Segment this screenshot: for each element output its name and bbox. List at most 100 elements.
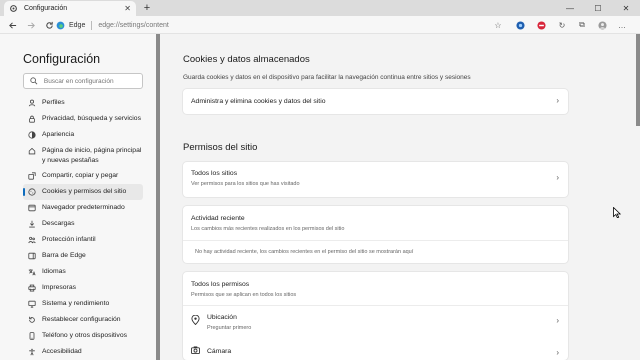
recent-activity-title: Actividad reciente <box>191 215 245 222</box>
sidebar-item-printer[interactable]: Impresoras <box>23 280 143 296</box>
sidebar-item-label: Protección infantil <box>42 236 96 243</box>
sidebar-item-label: Cookies y permisos del sitio <box>42 188 127 195</box>
profile-icon <box>28 99 36 107</box>
family-icon <box>28 236 36 244</box>
forward-arrow-icon <box>27 21 35 29</box>
avatar <box>597 20 607 30</box>
sidebar-item-phone[interactable]: Teléfono y otros dispositivos <box>23 328 143 344</box>
all-sites-row[interactable]: Todos los sitios Ver permisos para los s… <box>183 162 568 197</box>
tab-title: Configuración <box>24 5 68 12</box>
edge-bar-icon <box>28 252 36 260</box>
sidebar-item-home[interactable]: Página de inicio, página principal y nue… <box>23 143 143 168</box>
sidebar-item-profile[interactable]: Perfiles <box>23 95 143 111</box>
content-scrollbar[interactable] <box>636 34 640 126</box>
search-icon <box>30 77 38 85</box>
favorite-add-button[interactable]: ☆ <box>492 19 504 31</box>
address-toolbar: Edge edge://settings/content ☆ ↻ ⧉ … <box>0 16 640 34</box>
sidebar-item-appearance[interactable]: Apariencia <box>23 127 143 143</box>
sidebar-item-system[interactable]: Sistema y rendimiento <box>23 296 143 312</box>
profile-button[interactable] <box>596 19 608 31</box>
settings-content: Cookies y datos almacenados Guarda cooki… <box>160 34 636 360</box>
download-icon <box>29 220 35 228</box>
sidebar-item-label: Idiomas <box>42 268 66 275</box>
system-icon <box>28 300 36 308</box>
sidebar-item-browser[interactable]: Navegador predeterminado <box>23 200 143 216</box>
camera-permission-row[interactable]: Cámara › <box>183 338 568 360</box>
home-icon <box>28 147 36 155</box>
back-button[interactable] <box>5 18 19 32</box>
extension-button[interactable] <box>514 19 526 31</box>
mouse-cursor-icon <box>613 207 621 218</box>
all-sites-title: Todos los sitios <box>191 170 238 177</box>
sidebar-item-cookie[interactable]: Cookies y permisos del sitio <box>23 184 143 200</box>
share-icon <box>28 172 36 180</box>
sidebar-item-label: Compartir, copiar y pegar <box>42 172 119 179</box>
language-icon <box>28 269 36 276</box>
refresh-extension-button[interactable]: ↻ <box>556 19 568 31</box>
sidebar-item-label: Privacidad, búsqueda y servicios <box>42 115 141 122</box>
collections-button[interactable]: ⧉ <box>576 19 588 31</box>
permissions-heading: Permisos del sitio <box>183 142 258 153</box>
new-tab-button[interactable]: + <box>140 1 154 15</box>
accessibility-icon <box>29 348 35 356</box>
sidebar-item-label: Sistema y rendimiento <box>42 300 110 307</box>
sidebar-title: Configuración <box>23 52 101 66</box>
search-input[interactable] <box>43 77 142 85</box>
location-permission-row[interactable]: Ubicación Preguntar primero › <box>183 306 568 336</box>
reset-icon <box>29 316 35 323</box>
divider <box>183 240 568 241</box>
sidebar-item-reset[interactable]: Restablecer configuración <box>23 312 143 328</box>
sidebar-item-share[interactable]: Compartir, copiar y pegar <box>23 168 143 184</box>
cookies-description: Guarda cookies y datos en el dispositivo… <box>183 74 471 81</box>
refresh-button[interactable] <box>42 18 56 32</box>
address-separator <box>91 20 93 30</box>
sidebar-item-label: Perfiles <box>42 99 65 106</box>
appearance-icon <box>28 131 36 139</box>
maximize-button[interactable]: ☐ <box>584 0 612 16</box>
location-title: Ubicación <box>207 314 237 321</box>
chevron-right-icon: › <box>556 96 559 105</box>
sidebar-item-label: Descargas <box>42 220 75 227</box>
menu-button[interactable]: … <box>616 19 628 31</box>
close-window-button[interactable]: ✕ <box>612 0 640 16</box>
settings-sidebar: Configuración Perfiles Privacidad, búsque… <box>0 34 160 360</box>
sidebar-item-language[interactable]: Idiomas <box>23 264 143 280</box>
manage-cookies-row[interactable]: Administra y elimina cookies y datos del… <box>183 89 568 114</box>
sidebar-item-family[interactable]: Protección infantil <box>23 232 143 248</box>
gear-icon <box>9 4 18 13</box>
manage-cookies-label: Administra y elimina cookies y datos del… <box>191 98 326 105</box>
minimize-button[interactable]: — <box>556 0 584 16</box>
adblock-icon <box>536 20 546 30</box>
sidebar-item-label: Restablecer configuración <box>42 316 121 323</box>
browser-icon <box>28 204 36 212</box>
all-sites-description: Ver permisos para los sitios que has vis… <box>191 181 300 187</box>
sidebar-item-label: Navegador predeterminado <box>42 204 125 211</box>
address-host: Edge <box>69 21 86 29</box>
sidebar-item-label: Accesibilidad <box>42 348 82 355</box>
address-bar[interactable]: Edge edge://settings/content <box>56 18 486 32</box>
camera-title: Cámara <box>207 348 232 355</box>
sidebar-item-lock[interactable]: Privacidad, búsqueda y servicios <box>23 111 143 127</box>
edge-logo-icon <box>56 21 65 29</box>
extension-blue-icon <box>515 20 525 30</box>
settings-search[interactable] <box>23 73 143 89</box>
sidebar-item-edge-bar[interactable]: Barra de Edge <box>23 248 143 264</box>
tab-settings[interactable]: Configuración ✕ <box>4 1 136 16</box>
sidebar-item-label: Página de inicio, página principal y nue… <box>42 147 142 164</box>
printer-icon <box>28 284 36 292</box>
sidebar-item-download[interactable]: Descargas <box>23 216 143 232</box>
tab-close-button[interactable]: ✕ <box>124 4 131 13</box>
camera-icon <box>191 346 200 354</box>
cookies-heading: Cookies y datos almacenados <box>183 54 310 65</box>
back-arrow-icon <box>8 21 16 29</box>
lock-icon <box>29 115 35 123</box>
sync-icon: ↻ <box>558 20 566 30</box>
recent-activity-description: Los cambios más recientes realizados en … <box>191 226 345 232</box>
refresh-icon <box>45 21 53 29</box>
adblock-extension-button[interactable] <box>535 19 547 31</box>
star-icon: ☆ <box>494 20 502 30</box>
sidebar-item-accessibility[interactable]: Accesibilidad <box>23 344 143 360</box>
forward-button[interactable] <box>24 18 38 32</box>
collections-icon: ⧉ <box>579 20 585 29</box>
all-permissions-description: Permisos que se aplican en todos los sit… <box>191 292 297 298</box>
